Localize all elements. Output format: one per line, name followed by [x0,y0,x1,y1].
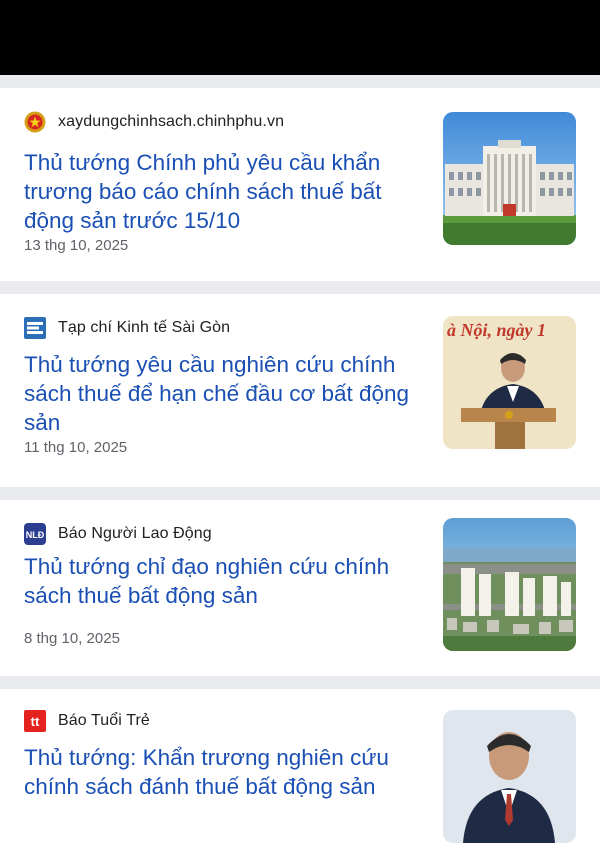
article-title[interactable]: Thủ tướng chỉ đạo nghiên cứu chính sách … [24,552,419,610]
tuoitre-logo-icon: tt [24,710,46,732]
article-thumbnail[interactable] [443,112,576,245]
portrait-image [443,710,576,843]
source-name: Tạp chí Kinh tế Sài Gòn [58,319,231,336]
ktsg-logo-icon [24,317,46,339]
news-card-1[interactable]: xaydungchinhsach.chinhphu.vn Thủ tướng C… [0,88,600,281]
news-source[interactable]: Tạp chí Kinh tế Sài Gòn [24,316,230,340]
separator [0,75,600,88]
article-date: 8 thg 10, 2025 [24,630,120,647]
article-title[interactable]: Thủ tướng: Khẩn trương nghiên cứu chính … [24,743,419,801]
article-thumbnail[interactable]: à Nội, ngày 1 [443,316,576,449]
article-title[interactable]: Thủ tướng Chính phủ yêu cầu khẩn trương … [24,148,419,235]
source-name: Báo Tuổi Trẻ [58,712,150,729]
separator [0,281,600,294]
news-source[interactable]: tt Báo Tuổi Trẻ [24,709,150,733]
vietnam-emblem-icon [24,111,46,133]
article-title[interactable]: Thủ tướng yêu cầu nghiên cứu chính sách … [24,350,419,437]
separator [0,487,600,500]
city-skyline-image [443,518,576,651]
speaker-at-podium-image: à Nội, ngày 1 [443,316,576,449]
article-date: 13 thg 10, 2025 [24,237,129,254]
status-bar [0,0,600,75]
news-source[interactable]: NLĐ Báo Người Lao Động [24,522,212,546]
separator [0,676,600,689]
nld-logo-icon: NLĐ [24,523,46,545]
svg-text:NLĐ: NLĐ [26,530,45,540]
article-date: 11 thg 10, 2025 [24,439,128,456]
svg-text:tt: tt [31,714,40,729]
news-source[interactable]: xaydungchinhsach.chinhphu.vn [24,110,284,134]
thumbnail-caption: à Nội, ngày 1 [447,320,546,340]
government-building-image [443,112,576,245]
source-name: xaydungchinhsach.chinhphu.vn [58,113,285,130]
article-thumbnail[interactable] [443,518,576,651]
news-card-2[interactable]: Tạp chí Kinh tế Sài Gòn Thủ tướng yêu cầ… [0,294,600,487]
news-card-4[interactable]: tt Báo Tuổi Trẻ Thủ tướng: Khẩn trương n… [0,689,600,843]
source-name: Báo Người Lao Động [58,525,212,542]
article-thumbnail[interactable] [443,710,576,843]
news-card-3[interactable]: NLĐ Báo Người Lao Động Thủ tướng chỉ đạo… [0,500,600,676]
